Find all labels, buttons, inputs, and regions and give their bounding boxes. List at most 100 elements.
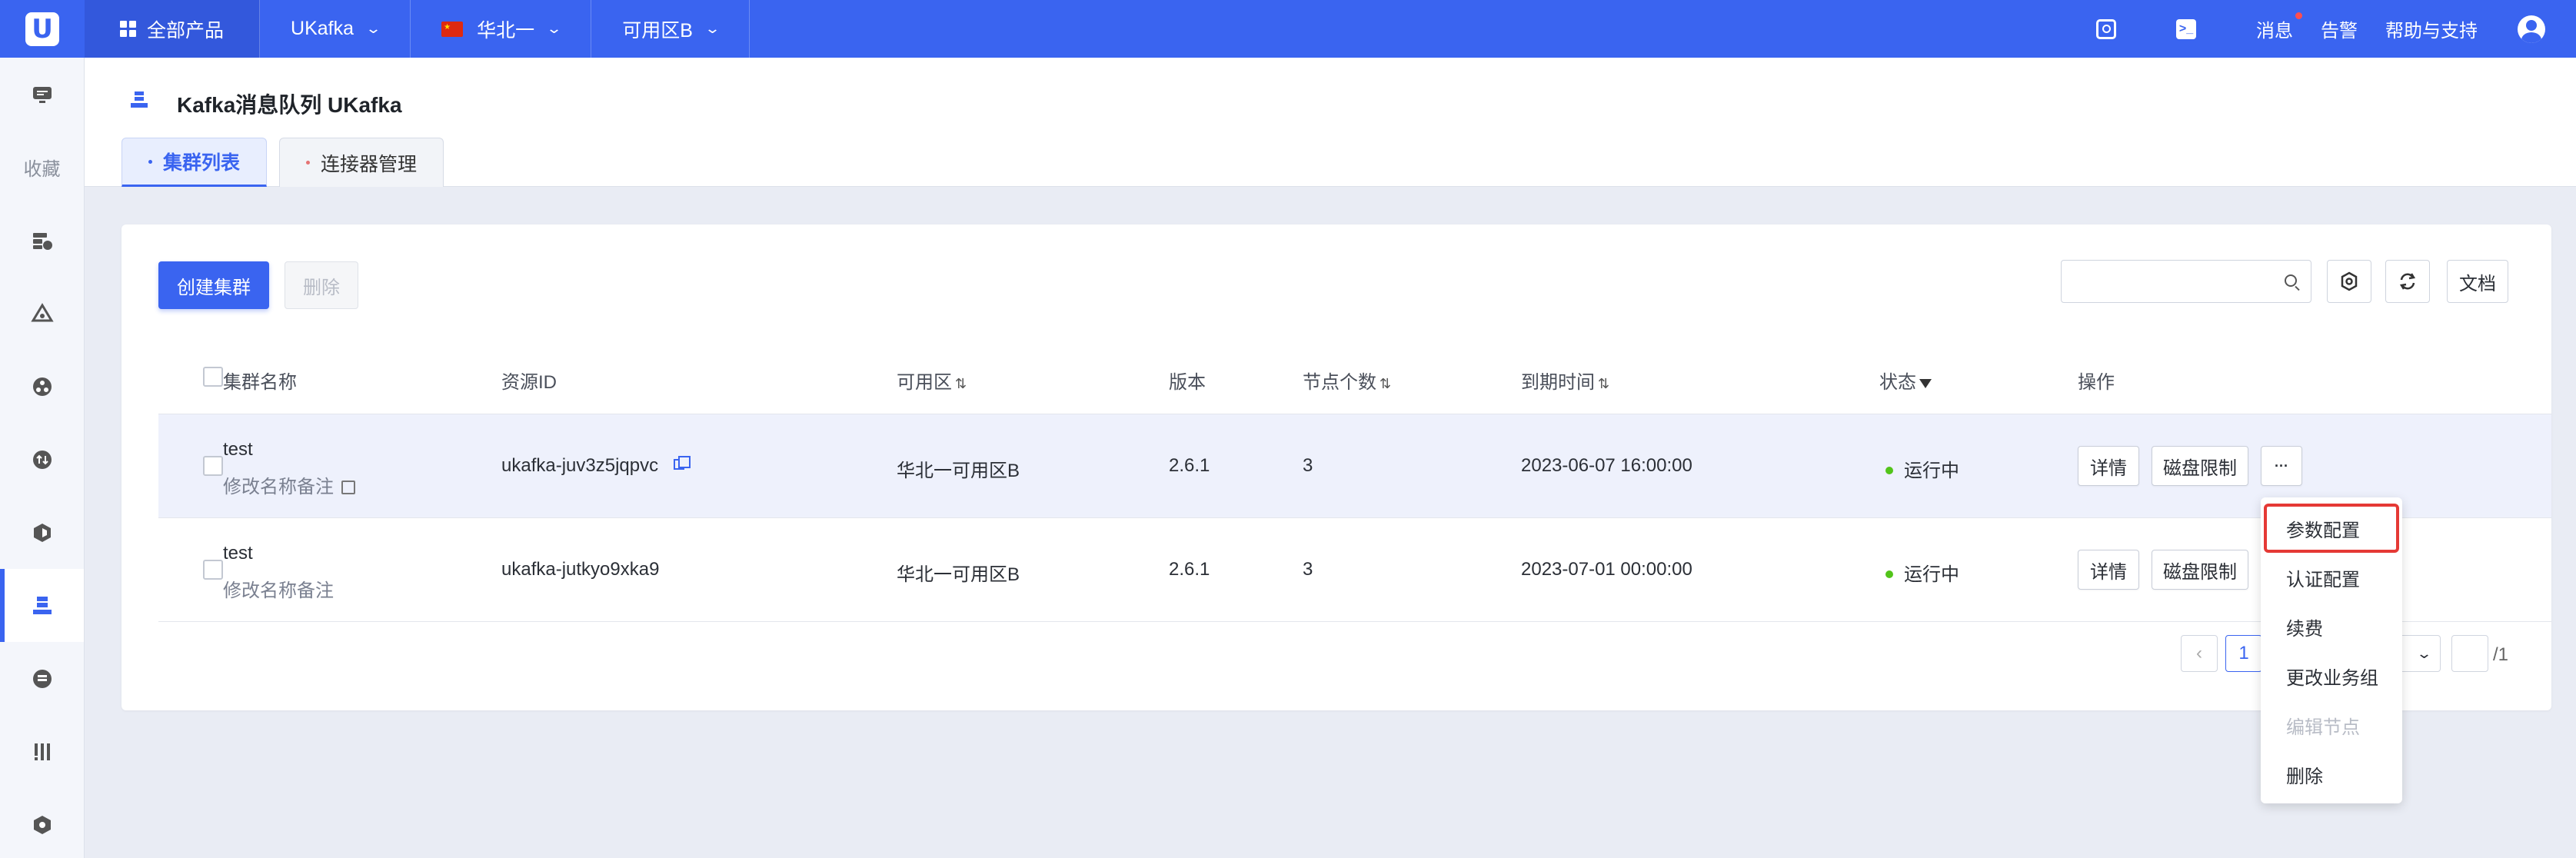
col-expire-label: 到期时间 [1521, 372, 1595, 393]
search-resource-icon[interactable] [2096, 18, 2116, 39]
docs-button[interactable]: 文档 [2447, 260, 2508, 303]
sidebar-item-storage[interactable] [0, 277, 84, 350]
detail-button[interactable]: 详情 [2078, 550, 2139, 590]
messages-link[interactable]: 消息 [2256, 12, 2302, 42]
product-label: UKafka [291, 18, 354, 39]
page-title: Kafka消息队列 UKafka [177, 93, 402, 117]
grid-icon [120, 21, 136, 37]
edit-remark-link[interactable]: 修改名称备注 [223, 471, 355, 498]
sort-icon: ⇅ [955, 376, 967, 391]
sidebar-item-dashboard[interactable] [0, 58, 84, 131]
sidebar-item-database[interactable] [0, 642, 84, 715]
tab-bar: 集群列表 连接器管理 [121, 138, 456, 187]
page-jump-input[interactable] [2451, 635, 2488, 672]
sidebar: 收藏 [0, 58, 85, 858]
zone-selector[interactable]: 可用区B ⌄ [591, 0, 750, 58]
settings-button[interactable] [2327, 260, 2371, 303]
search-input[interactable] [2061, 260, 2311, 303]
edit-remark-link[interactable]: 修改名称备注 [223, 575, 334, 602]
help-link[interactable]: 帮助与支持 [2385, 15, 2478, 42]
more-actions-menu: 参数配置 认证配置 续费 更改业务组 编辑节点 删除 [2261, 497, 2402, 803]
version: 2.6.1 [1169, 559, 1210, 580]
row-checkbox[interactable] [203, 456, 223, 476]
status-badge: 运行中 [1885, 455, 1959, 482]
col-expire[interactable]: 到期时间 ⇅ [1521, 367, 1609, 394]
bars-icon [34, 743, 50, 760]
disk-limit-button[interactable]: 磁盘限制 [2152, 446, 2248, 486]
col-zone-label: 可用区 [897, 372, 952, 393]
server-cloud-icon [32, 232, 52, 250]
node-count: 3 [1303, 559, 1313, 580]
queue-stack-icon [32, 596, 52, 614]
zone-label: 可用区B [622, 19, 693, 42]
tab-label: 集群列表 [163, 152, 241, 174]
edit-icon [341, 481, 355, 494]
network-icon [32, 377, 52, 396]
sidebar-item-more[interactable] [0, 788, 84, 858]
triangle-drive-icon [30, 302, 54, 321]
notification-dot [2295, 12, 2302, 19]
create-cluster-button[interactable]: 创建集群 [158, 261, 269, 309]
alerts-link[interactable]: 告警 [2321, 15, 2358, 42]
refresh-button[interactable] [2385, 260, 2430, 303]
delete-button: 删除 [285, 261, 358, 309]
monitor-icon [32, 86, 52, 103]
resource-id: ukafka-jutkyo9xka9 [501, 559, 660, 580]
menu-item-renew[interactable]: 续费 [2261, 602, 2402, 651]
queue-stack-icon [131, 91, 148, 108]
col-ops: 操作 [2078, 372, 2115, 393]
sidebar-item-favorites[interactable]: 收藏 [0, 131, 84, 204]
messages-label: 消息 [2256, 21, 2293, 42]
col-nodes-label: 节点个数 [1303, 372, 1376, 393]
logo[interactable]: U [0, 0, 85, 58]
terminal-icon[interactable]: >_ [2176, 18, 2196, 39]
cluster-name: test [223, 543, 253, 564]
select-all-checkbox[interactable] [203, 367, 223, 387]
sort-icon: ⇅ [1598, 376, 1610, 391]
menu-item-param-config[interactable]: 参数配置 [2264, 504, 2399, 553]
chevron-down-icon: ⌄ [704, 21, 721, 36]
menu-item-delete[interactable]: 删除 [2261, 750, 2402, 799]
status-text: 运行中 [1904, 461, 1959, 481]
detail-button[interactable]: 详情 [2078, 446, 2139, 486]
node-count: 3 [1303, 455, 1313, 476]
total-pages: /1 [2493, 644, 2509, 665]
version: 2.6.1 [1169, 455, 1210, 476]
sidebar-item-compute[interactable] [0, 204, 84, 277]
logo-icon: U [25, 12, 59, 46]
sidebar-item-network[interactable] [0, 350, 84, 423]
col-status-label: 状态 [1879, 372, 1916, 393]
user-avatar-icon[interactable] [2518, 15, 2545, 43]
row-checkbox[interactable] [203, 560, 223, 580]
all-products-label: 全部产品 [147, 19, 225, 42]
more-button[interactable]: ··· [2261, 446, 2302, 486]
prev-page-button[interactable]: ‹ [2181, 635, 2218, 672]
tab-connector-management[interactable]: 连接器管理 [279, 138, 444, 187]
menu-item-auth-config[interactable]: 认证配置 [2261, 553, 2402, 602]
sidebar-item-security[interactable] [0, 496, 84, 569]
sort-icon: ⇅ [1380, 376, 1392, 391]
page-header: Kafka消息队列 UKafka 集群列表 连接器管理 [85, 58, 2576, 187]
sidebar-item-monitoring[interactable] [0, 715, 84, 788]
product-selector[interactable]: UKafka ⌄ [260, 0, 411, 58]
copy-icon[interactable] [674, 456, 691, 470]
tab-cluster-list[interactable]: 集群列表 [121, 138, 268, 187]
filter-icon [1919, 378, 1932, 388]
gear-icon [2341, 271, 2358, 291]
region-selector[interactable]: 华北一 ⌄ [411, 0, 592, 58]
page-1-button[interactable]: 1 [2225, 635, 2262, 672]
status-dot [1885, 570, 1893, 578]
sidebar-item-transfer[interactable] [0, 423, 84, 496]
col-nodes[interactable]: 节点个数 ⇅ [1303, 367, 1391, 394]
tab-dot [148, 159, 152, 164]
status-dot [1885, 467, 1893, 474]
all-products-menu[interactable]: 全部产品 [85, 0, 261, 58]
col-status[interactable]: 状态 [1879, 367, 1932, 394]
menu-item-change-group[interactable]: 更改业务组 [2261, 651, 2402, 700]
zone: 华北一可用区B [897, 461, 1020, 481]
sidebar-item-kafka[interactable] [0, 569, 84, 642]
alerts-label: 告警 [2321, 21, 2358, 42]
col-zone[interactable]: 可用区 ⇅ [897, 367, 967, 394]
cluster-list-card: 创建集群 删除 文档 集群名称 资源ID 可用区 ⇅ 版本 节点个数 ⇅ 到期时间 ⇅… [121, 224, 2551, 710]
disk-limit-button[interactable]: 磁盘限制 [2152, 550, 2248, 590]
